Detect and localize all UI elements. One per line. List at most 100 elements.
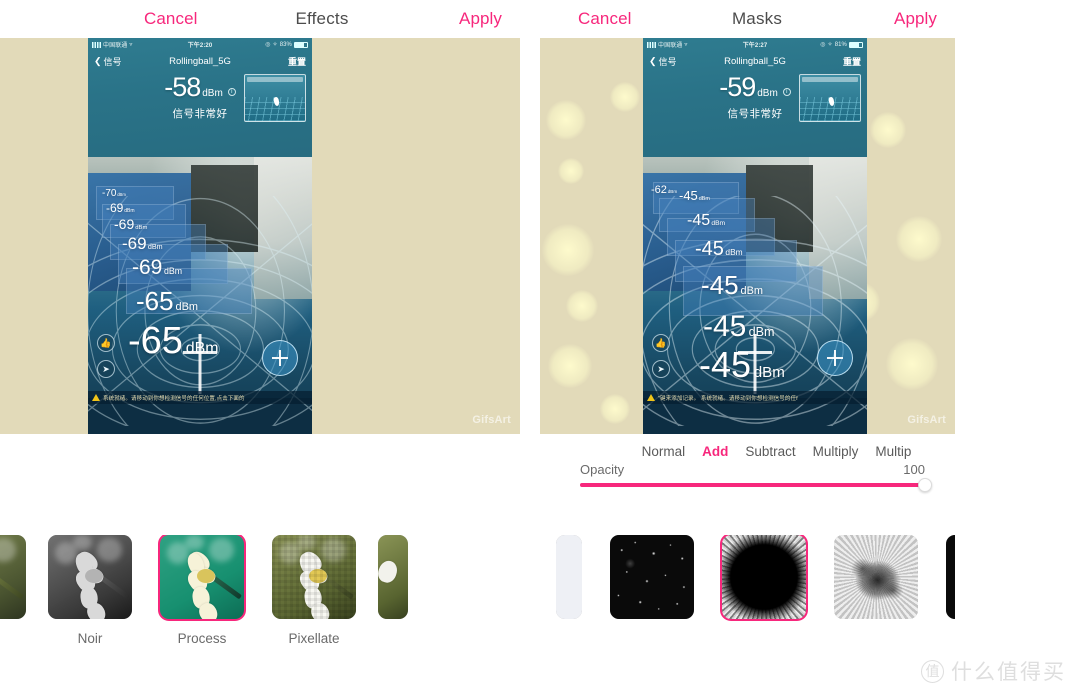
effects-phone-preview: 中国联通 ▿ 下午2:20 ◎ ✧ 83% ❮ 信号 Rollingball_5… (88, 38, 312, 434)
effect-item[interactable]: Pixellate (272, 535, 356, 646)
share-icon[interactable]: ➤ (97, 360, 115, 378)
stacked-reading: -70dBm (102, 188, 126, 199)
effect-label-noir: Noir (77, 631, 103, 646)
opacity-control[interactable]: Opacity 100 (580, 462, 932, 492)
phone-back-button[interactable]: ❮ 信号 (94, 55, 122, 68)
opacity-slider-track[interactable] (580, 478, 932, 492)
stacked-reading: -69dBm (114, 216, 148, 232)
phone-add-button-left[interactable] (262, 340, 298, 376)
effect-thumbnail[interactable] (378, 535, 408, 619)
location-icon: ◎ (820, 42, 826, 48)
carrier-group: 中国联通 ▿ (647, 40, 688, 49)
warning-triangle-icon (92, 394, 100, 401)
phone-back-button[interactable]: ❮ 信号 (649, 55, 677, 68)
mask-item-selected[interactable] (720, 535, 808, 621)
phone-wall-region (253, 156, 312, 300)
blend-mode-multiply[interactable]: Multiply (813, 444, 859, 459)
thumb-up-icon[interactable]: 👍 (97, 334, 115, 352)
bokeh (96, 538, 122, 562)
phone-reset-button[interactable]: 重置 (288, 55, 306, 68)
phone-back-label: 信号 (103, 56, 122, 67)
mask-thumbnail-blank[interactable] (556, 535, 582, 619)
masks-cancel-button[interactable]: Cancel (578, 9, 632, 29)
bokeh-overlay (600, 394, 630, 424)
battery-percent: 83% (279, 41, 292, 48)
blend-mode-row[interactable]: Normal Add Subtract Multiply Multip (540, 440, 955, 462)
effects-cancel-button[interactable]: Cancel (144, 9, 198, 29)
phone-add-button-right[interactable] (817, 340, 853, 376)
mask-thumbnail-hole[interactable] (720, 535, 808, 621)
info-icon[interactable]: i (782, 87, 791, 96)
effect-thumbnail-noir[interactable] (48, 535, 132, 619)
stars-layer (610, 535, 694, 619)
effect-label-process: Process (177, 631, 227, 646)
mask-art-blob (946, 535, 955, 619)
mask-thumbnail-stars[interactable] (610, 535, 694, 619)
thumb-up-icon[interactable]: 👍 (652, 334, 670, 352)
blend-mode-add[interactable]: Add (702, 444, 728, 459)
stacked-reading: -45dBm (695, 238, 743, 260)
mask-thumbnail-cloud[interactable] (834, 535, 918, 619)
bokeh-overlay (558, 158, 584, 184)
battery-icon (849, 41, 863, 48)
phone-status-bar-left: 中国联通 ▿ 下午2:20 ◎ ✧ 83% (88, 38, 312, 51)
opacity-header: Opacity 100 (580, 462, 925, 477)
share-icon[interactable]: ➤ (652, 360, 670, 378)
phone-crosshair (738, 334, 772, 394)
effect-thumbnail-process[interactable] (158, 535, 246, 621)
gifsart-watermark-left: GifsArt (472, 414, 511, 426)
phone-reset-button[interactable]: 重置 (843, 55, 861, 68)
opacity-slider-thumb[interactable] (918, 478, 932, 492)
watermark-text: 什么值得买 (951, 661, 1066, 684)
effect-item[interactable]: Noir (48, 535, 132, 646)
mask-item[interactable] (610, 535, 694, 619)
mask-item[interactable] (834, 535, 918, 619)
app-root: Cancel Effects Apply 中国联通 ▿ 下午2:20 ◎ ✧ 8… (0, 0, 1080, 700)
mask-item[interactable] (946, 535, 955, 619)
opacity-value: 100 (903, 462, 925, 477)
location-icon: ◎ (265, 42, 271, 48)
warning-text: 系统就绪。请移动到你想检测信号的任何位置,点击下面的 (103, 395, 245, 402)
phone-status-bar-right: 中国联通 ▿ 下午2:27 ◎ ✧ 81% (643, 38, 867, 51)
effects-artboard[interactable]: 中国联通 ▿ 下午2:20 ◎ ✧ 83% ❮ 信号 Rollingball_5… (0, 38, 520, 434)
warning-text: "键来添加记录。 系统就绪。请移动到你想检测信号的任f (658, 395, 798, 402)
blend-mode-subtract[interactable]: Subtract (745, 444, 795, 459)
effect-item[interactable] (378, 535, 408, 631)
bokeh-overlay (870, 112, 906, 148)
mask-item[interactable] (556, 535, 582, 619)
masks-thumbnail-strip[interactable] (540, 535, 955, 665)
battery-icon (294, 41, 308, 48)
effect-item[interactable] (0, 535, 26, 631)
bokeh-overlay (886, 338, 938, 390)
bokeh-overlay (542, 224, 594, 276)
effects-apply-button[interactable]: Apply (459, 9, 502, 29)
carrier-label: 中国联通 (658, 43, 683, 49)
masks-artboard[interactable]: 中国联通 ▿ 下午2:27 ◎ ✧ 81% ❮ 信号 Rollingball_5… (540, 38, 955, 434)
blend-mode-multiply-2[interactable]: Multip (875, 444, 911, 459)
masks-apply-button[interactable]: Apply (894, 9, 937, 29)
effects-thumbnail-strip[interactable]: Noir Process Pixellate (0, 535, 520, 665)
phone-map-card-right[interactable] (799, 74, 861, 122)
daisy-art (272, 535, 356, 619)
effect-item-selected[interactable]: Process (158, 535, 246, 646)
info-icon[interactable]: i (227, 87, 236, 96)
opacity-slider-fill (580, 483, 925, 487)
phone-app-title: Rollingball_5G (169, 55, 231, 67)
bluetooth-icon: ✧ (272, 42, 278, 48)
effect-thumbnail-pixellate[interactable] (272, 535, 356, 619)
mask-art-hole (722, 535, 806, 619)
carrier-label: 中国联通 (103, 43, 128, 49)
chevron-left-icon: ❮ (94, 55, 102, 66)
main-reading-unit: dBm (202, 88, 223, 99)
phone-map-card-left[interactable] (244, 74, 306, 122)
masks-title: Masks (731, 9, 783, 28)
mask-thumbnail-blob[interactable] (946, 535, 955, 619)
opacity-label: Opacity (580, 462, 625, 477)
blend-mode-normal[interactable]: Normal (642, 444, 686, 459)
mask-art-cloud (834, 535, 918, 619)
effect-thumbnail[interactable] (0, 535, 26, 619)
stacked-reading: -65 dBm (136, 286, 198, 316)
bokeh (208, 538, 234, 562)
status-time: 下午2:20 (187, 43, 213, 49)
phone-crosshair (183, 334, 217, 394)
